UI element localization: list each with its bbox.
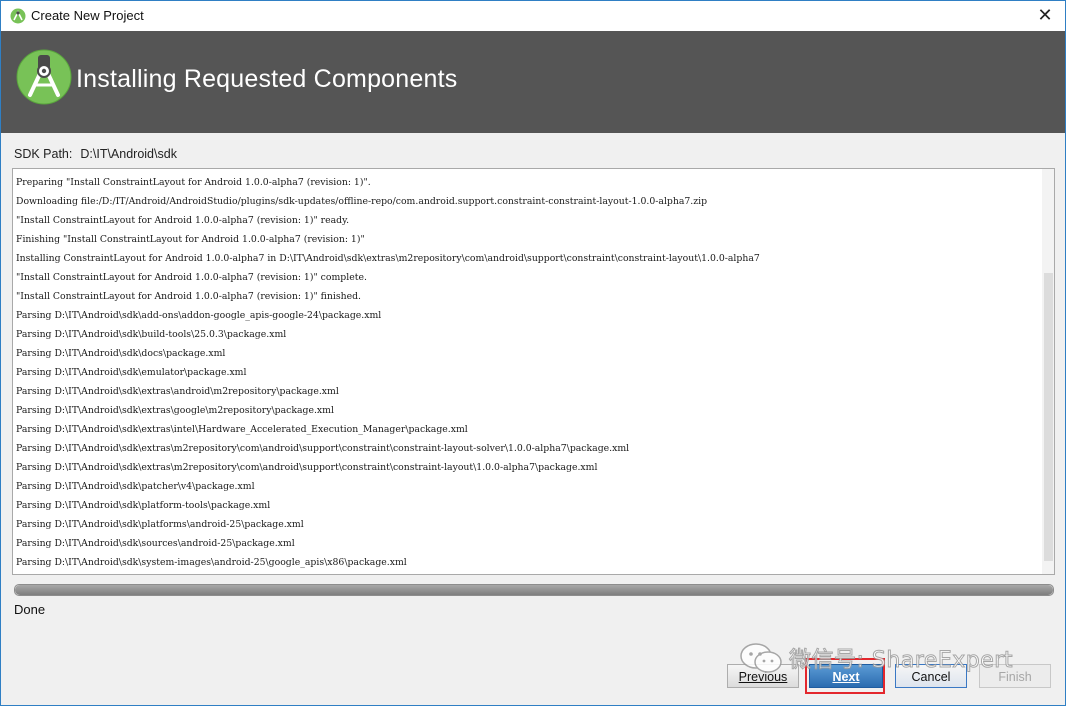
window-title: Create New Project: [31, 8, 144, 23]
sdk-path-row: SDK Path: D:\IT\Android\sdk: [14, 147, 177, 161]
install-log-panel[interactable]: Preparing "Install ConstraintLayout for …: [12, 168, 1055, 575]
dialog-window: Create New Project ✕ Installing Requeste…: [0, 0, 1066, 706]
title-bar: Create New Project ✕: [1, 1, 1065, 31]
log-line: Finishing "Install ConstraintLayout for …: [16, 234, 365, 245]
log-line: Parsing D:\IT\Android\sdk\extras\google\…: [16, 405, 334, 416]
log-line: Preparing "Install ConstraintLayout for …: [16, 177, 371, 188]
log-line: Parsing D:\IT\Android\sdk\platform-tools…: [16, 500, 271, 511]
log-line: Installing ConstraintLayout for Android …: [16, 253, 760, 264]
cancel-label: Cancel: [911, 670, 951, 684]
status-text: Done: [14, 602, 46, 617]
log-line: Parsing D:\IT\Android\sdk\emulator\packa…: [16, 367, 247, 378]
log-line: Parsing D:\IT\Android\sdk\build-tools\25…: [16, 329, 287, 340]
log-line: Downloading file:/D:/IT/Android/AndroidS…: [16, 196, 708, 207]
close-button[interactable]: ✕: [1033, 4, 1057, 28]
log-line: Parsing D:\IT\Android\sdk\extras\m2repos…: [16, 462, 598, 473]
log-line: Parsing D:\IT\Android\sdk\extras\m2repos…: [16, 443, 630, 454]
next-label: Next: [832, 670, 860, 684]
progress-bar: [14, 584, 1054, 596]
log-line: "Install ConstraintLayout for Android 1.…: [16, 272, 367, 283]
wizard-header: Installing Requested Components: [1, 31, 1065, 133]
scrollbar-thumb[interactable]: [1044, 273, 1053, 561]
log-lines: Preparing "Install ConstraintLayout for …: [16, 173, 760, 572]
previous-button[interactable]: Previous: [727, 664, 799, 688]
page-title: Installing Requested Components: [76, 65, 458, 93]
log-line: Parsing D:\IT\Android\sdk\add-ons\addon-…: [16, 310, 382, 321]
log-line: Parsing D:\IT\Android\sdk\platforms\andr…: [16, 519, 304, 530]
log-line: Parsing D:\IT\Android\sdk\patcher\v4\pac…: [16, 481, 255, 492]
log-line: Parsing D:\IT\Android\sdk\sources\androi…: [16, 538, 295, 549]
log-line: "Install ConstraintLayout for Android 1.…: [16, 291, 362, 302]
finish-button: Finish: [979, 664, 1051, 688]
progress-fill: [15, 585, 1053, 595]
log-line: Parsing D:\IT\Android\sdk\docs\package.x…: [16, 348, 226, 359]
vertical-scrollbar[interactable]: [1042, 169, 1054, 574]
cancel-button[interactable]: Cancel: [895, 664, 967, 688]
sdk-path-value: D:\IT\Android\sdk: [80, 147, 177, 161]
log-line: Parsing D:\IT\Android\sdk\system-images\…: [16, 557, 407, 568]
next-button[interactable]: Next: [809, 664, 883, 688]
finish-label: Finish: [998, 670, 1032, 684]
sdk-path-label: SDK Path:: [14, 147, 73, 161]
previous-label: Previous: [738, 670, 788, 684]
log-line: Parsing D:\IT\Android\sdk\extras\android…: [16, 386, 339, 397]
android-studio-icon: [10, 8, 26, 24]
android-studio-logo-icon: [16, 49, 72, 105]
log-line: Parsing D:\IT\Android\sdk\extras\intel\H…: [16, 424, 468, 435]
log-line: "Install ConstraintLayout for Android 1.…: [16, 215, 350, 226]
